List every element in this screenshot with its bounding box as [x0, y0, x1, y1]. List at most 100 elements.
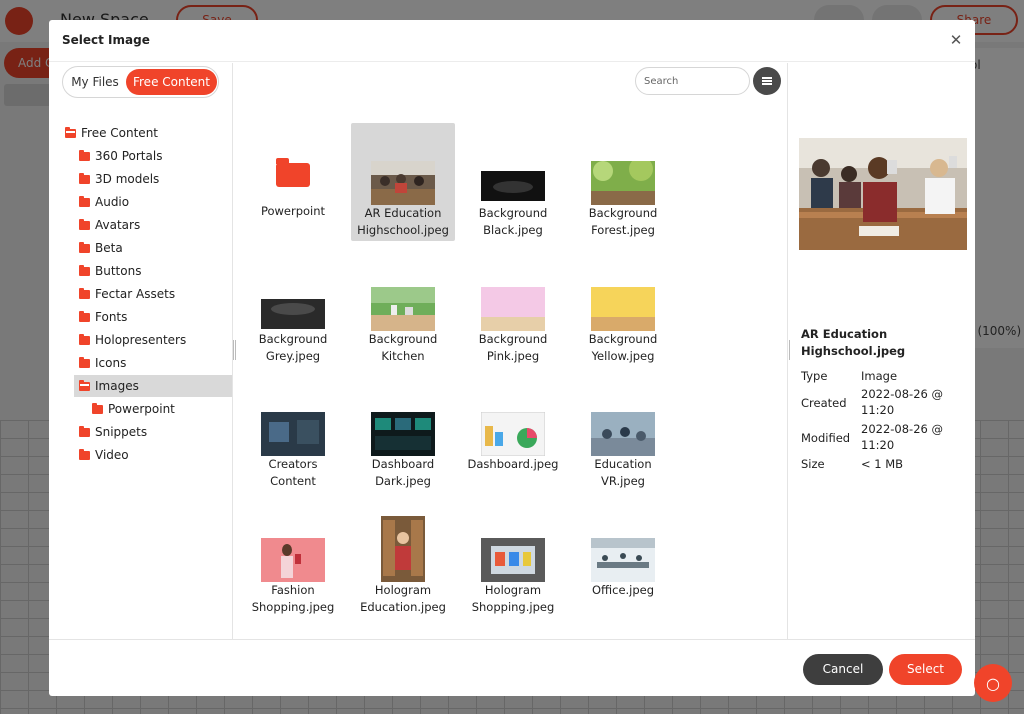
tree-item-fonts[interactable]: Fonts [79, 306, 127, 328]
file-name: Office.jpeg [591, 583, 655, 597]
tree-item-label: Icons [95, 356, 127, 370]
list-icon [762, 77, 772, 79]
tree-item-icons[interactable]: Icons [79, 352, 126, 374]
tree-item-audio[interactable]: Audio [79, 191, 129, 213]
tree-item-video[interactable]: Video [79, 444, 129, 466]
size-label: Size [801, 457, 825, 471]
folder-icon [79, 173, 90, 184]
file-item-office[interactable]: Office.jpeg [571, 500, 675, 618]
folder-open-icon [79, 380, 90, 391]
tree-item-label: Free Content [81, 126, 159, 140]
source-toggle: My Files Free Content [62, 66, 219, 98]
modal-footer: Cancel Select [49, 639, 975, 696]
file-item-ar-education[interactable]: AR Education Highschool.jpeg [351, 123, 455, 241]
folder-icon [79, 150, 90, 161]
folder-icon [79, 357, 90, 368]
tree-item-label: Images [95, 379, 139, 393]
modal-title: Select Image [62, 33, 150, 47]
chat-icon: ○ [986, 673, 1000, 693]
tree-item-label: Powerpoint [108, 402, 175, 416]
folder-open-icon [65, 127, 76, 138]
tree-item-3d-models[interactable]: 3D models [79, 168, 159, 190]
thumbnail [261, 287, 325, 331]
folder-icon [79, 334, 90, 345]
file-item-dashboard[interactable]: Dashboard.jpeg [461, 374, 565, 492]
thumbnail [261, 412, 325, 456]
file-name: Dashboard Dark.jpeg [371, 457, 435, 488]
file-item-background-black[interactable]: Background Black.jpeg [461, 123, 565, 241]
thumbnail [381, 516, 425, 582]
file-item-background-grey[interactable]: Background Grey.jpeg [241, 249, 345, 367]
thumbnail [591, 161, 655, 205]
tree-item-buttons[interactable]: Buttons [79, 260, 141, 282]
thumbnail [371, 412, 435, 456]
file-name: Dashboard.jpeg [467, 457, 559, 471]
close-icon[interactable]: ✕ [947, 31, 965, 49]
select-button[interactable]: Select [889, 654, 962, 685]
thumbnail [591, 538, 655, 582]
tree-item-label: Snippets [95, 425, 148, 439]
my-files-tab[interactable]: My Files [65, 69, 125, 95]
folder-icon [79, 426, 90, 437]
search-input[interactable] [635, 67, 750, 95]
tree-item-label: Audio [95, 195, 130, 209]
folder-icon [79, 449, 90, 460]
free-content-tab[interactable]: Free Content [126, 69, 217, 95]
size-value: < 1 MB [861, 457, 904, 471]
tree-item-powerpoint[interactable]: Powerpoint [92, 398, 175, 420]
file-item-fashion-shopping[interactable]: Fashion Shopping.jpeg [241, 500, 345, 618]
folder-icon [79, 288, 90, 299]
created-value: 2022-08-26 @11:20 [861, 387, 943, 417]
cancel-button[interactable]: Cancel [803, 654, 883, 685]
tree-item-label: Video [95, 448, 129, 462]
tree-item-360-portals[interactable]: 360 Portals [79, 145, 162, 167]
file-name: Background Grey.jpeg [258, 332, 328, 363]
file-item-hologram-shopping[interactable]: Hologram Shopping.jpeg [461, 500, 565, 618]
file-name: AR Education Highschool.jpeg [357, 206, 449, 237]
file-item-background-pink[interactable]: Background Pink.jpeg [461, 249, 565, 367]
folder-tree-panel: My Files Free Content Free Content 360 P… [49, 63, 233, 639]
folder-icon [79, 219, 90, 230]
tree-item-label: Fonts [95, 310, 128, 324]
tree-item-beta[interactable]: Beta [79, 237, 123, 259]
thumbnail [371, 161, 435, 205]
file-item-hologram-education[interactable]: Hologram Education.jpeg [351, 500, 455, 618]
type-value: Image [861, 369, 898, 383]
thumbnail [481, 287, 545, 331]
file-name: Hologram Shopping.jpeg [471, 583, 555, 614]
tree-item-label: Buttons [95, 264, 142, 278]
file-name: Background Forest.jpeg [588, 206, 658, 237]
tree-item-snippets[interactable]: Snippets [79, 421, 147, 443]
file-name: Background Pink.jpeg [478, 332, 548, 363]
file-name: Background Black.jpeg [478, 206, 548, 237]
modified-label: Modified [801, 431, 851, 445]
thumbnail [371, 287, 435, 331]
file-name: Creators Content [268, 457, 318, 488]
file-grid-panel: Powerpoint AR EducationHighschool.jpeg B… [234, 63, 786, 639]
tree-item-holopresenters[interactable]: Holopresenters [79, 329, 186, 351]
folder-icon [79, 242, 90, 253]
tree-item-images[interactable]: Images [74, 375, 232, 397]
file-item-background-kitchen[interactable]: Background Kitchen [351, 249, 455, 367]
file-item-background-yellow[interactable]: Background Yellow.jpeg [571, 249, 675, 367]
folder-icon [79, 196, 90, 207]
folder-icon [79, 311, 90, 322]
file-name: Hologram Education.jpeg [360, 583, 446, 614]
file-name: Background Yellow.jpeg [588, 332, 658, 363]
detail-file-name: AR Education Highschool.jpeg [801, 327, 906, 358]
tree-item-avatars[interactable]: Avatars [79, 214, 140, 236]
tree-item-label: Holopresenters [95, 333, 187, 347]
file-item-background-forest[interactable]: Background Forest.jpeg [571, 123, 675, 241]
folder-icon [79, 265, 90, 276]
file-item-powerpoint-folder[interactable]: Powerpoint [241, 123, 345, 241]
list-view-button[interactable] [753, 67, 781, 95]
thumbnail [481, 538, 545, 582]
tree-item-fectar-assets[interactable]: Fectar Assets [79, 283, 175, 305]
chat-button[interactable]: ○ [974, 664, 1012, 702]
tree-item-free-content[interactable]: Free Content [65, 122, 225, 144]
folder-icon [92, 403, 103, 414]
file-item-education-vr[interactable]: Education VR.jpeg [571, 374, 675, 492]
file-item-creators-content[interactable]: Creators Content [241, 374, 345, 492]
file-item-dashboard-dark[interactable]: Dashboard Dark.jpeg [351, 374, 455, 492]
tree-item-label: 3D models [95, 172, 160, 186]
